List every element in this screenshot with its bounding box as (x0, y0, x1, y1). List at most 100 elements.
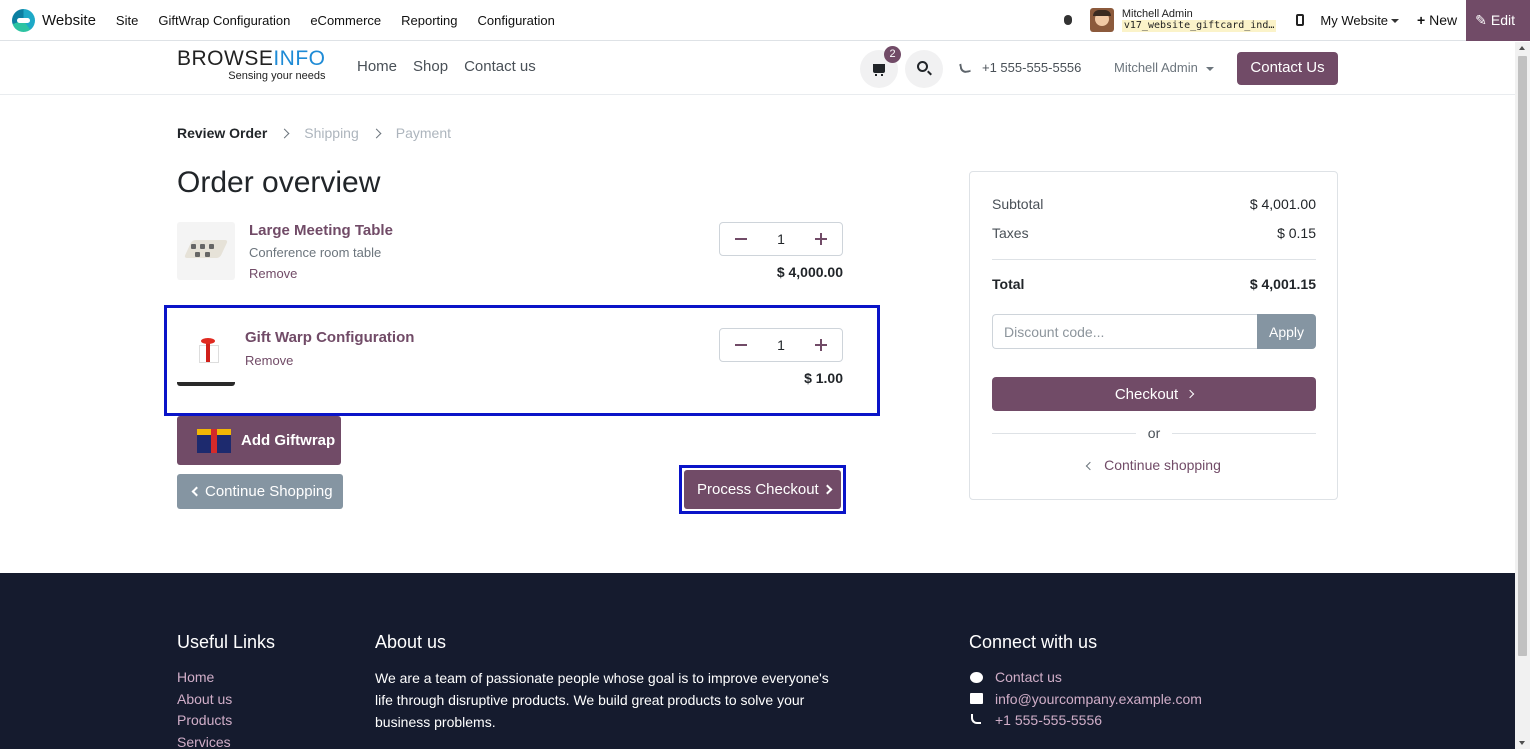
chevron-down-icon (1205, 66, 1214, 71)
brand-tagline: Sensing your needs (228, 70, 326, 82)
new-button[interactable]: + New (1417, 12, 1457, 28)
total-row: Total $ 4,001.15 (992, 276, 1316, 292)
continue-shopping-button[interactable]: Continue Shopping (177, 474, 343, 509)
page-title: Order overview (177, 166, 381, 199)
or-text: or (1147, 425, 1161, 441)
order-summary-card: Subtotal $ 4,001.00 Taxes $ 0.15 Total $… (969, 171, 1338, 500)
apply-discount-button[interactable]: Apply (1257, 314, 1316, 349)
or-separator: or (992, 425, 1317, 441)
site-nav: Home Shop Contact us (357, 58, 552, 75)
footer-link-services[interactable]: Services (177, 734, 231, 749)
chat-icon (970, 672, 983, 683)
brand-part1: BROWSE (177, 47, 274, 70)
process-checkout-button[interactable]: Process Checkout (684, 470, 841, 509)
admin-menu-ecommerce[interactable]: eCommerce (300, 13, 391, 28)
chevron-right-icon (279, 128, 290, 138)
site-user-name: Mitchell Admin (1114, 60, 1198, 75)
edit-button-label: Edit (1490, 12, 1515, 28)
chevron-left-icon (1085, 461, 1095, 471)
scroll-down-arrow-icon[interactable] (1519, 741, 1525, 745)
taxes-label: Taxes (992, 225, 1029, 241)
cart-count-badge: 2 (884, 46, 901, 63)
remove-link[interactable]: Remove (249, 266, 297, 281)
product-name[interactable]: Large Meeting Table (249, 222, 393, 239)
admin-menu-giftwrap-configuration[interactable]: GiftWrap Configuration (148, 13, 300, 28)
contact-us-button[interactable]: Contact Us (1237, 52, 1338, 85)
product-description: Conference room table (249, 245, 382, 260)
site-header: BROWSEINFO Sensing your needs Home Shop … (0, 42, 1515, 95)
add-giftwrap-button[interactable]: Add Giftwrap (177, 416, 341, 465)
footer-link-about-us[interactable]: About us (177, 691, 232, 707)
add-giftwrap-label: Add Giftwrap (241, 432, 336, 449)
subtotal-row: Subtotal $ 4,001.00 (992, 196, 1316, 212)
footer-email[interactable]: info@yourcompany.example.com (995, 691, 1202, 707)
discount-code-input[interactable] (992, 314, 1257, 349)
mobile-preview-icon[interactable] (1296, 14, 1305, 26)
continue-shopping-label: Continue Shopping (205, 483, 333, 500)
plus-icon[interactable] (814, 233, 827, 245)
step-payment: Payment (395, 125, 452, 141)
header-phone[interactable]: +1 555-555-5556 (959, 60, 1081, 75)
admin-menu-reporting[interactable]: Reporting (391, 13, 467, 28)
phone-icon (959, 61, 971, 74)
checkout-button[interactable]: Checkout (992, 377, 1316, 411)
footer-link-products[interactable]: Products (177, 712, 232, 728)
site-footer: Useful Links Home About us Products Serv… (0, 573, 1515, 749)
taxes-row: Taxes $ 0.15 (992, 225, 1316, 241)
discount-form: Apply (992, 314, 1316, 349)
user-menu[interactable]: Mitchell Admin v17_website_giftcard_ind… (1089, 8, 1277, 32)
brand-wordmark: BROWSEINFO (177, 48, 326, 70)
app-name: Website (42, 11, 96, 29)
separator-line (1172, 432, 1317, 434)
nav-contact-us[interactable]: Contact us (464, 58, 536, 75)
highlight-box-gift-line (164, 305, 880, 416)
page-scrollbar[interactable] (1515, 42, 1530, 749)
debug-bug-icon[interactable] (1062, 14, 1074, 26)
brand-part2: INFO (273, 47, 326, 70)
chevron-right-icon (822, 484, 833, 495)
quantity-value[interactable]: 1 (777, 231, 785, 247)
checkout-steps: Review Order Shipping Payment (177, 125, 451, 141)
separator-line (992, 432, 1136, 434)
website-switcher-label: My Website (1320, 12, 1389, 28)
admin-bar: Website Site GiftWrap Configuration eCom… (0, 0, 1530, 41)
nav-home[interactable]: Home (357, 58, 397, 75)
minus-icon[interactable] (735, 238, 747, 240)
total-value: $ 4,001.15 (1249, 276, 1316, 292)
about-title: About us (375, 632, 447, 652)
phone-icon (971, 714, 981, 724)
website-switcher[interactable]: My Website (1320, 12, 1400, 28)
odoo-website-icon (12, 8, 35, 32)
edit-button[interactable]: ✎ Edit (1466, 0, 1530, 41)
admin-menu-site[interactable]: Site (106, 13, 148, 28)
useful-links-title: Useful Links (177, 632, 276, 652)
plus-icon: + (1417, 12, 1426, 28)
chevron-right-icon (371, 128, 382, 138)
new-button-label: New (1429, 12, 1458, 28)
user-name: Mitchell Admin (1121, 8, 1193, 20)
chevron-down-icon (1391, 19, 1400, 24)
scroll-up-arrow-icon[interactable] (1519, 46, 1525, 50)
user-info: Mitchell Admin v17_website_giftcard_ind… (1121, 8, 1277, 32)
line-price: $ 4,000.00 (776, 264, 843, 280)
footer-link-home[interactable]: Home (177, 669, 214, 685)
app-switcher[interactable]: Website (0, 8, 96, 32)
scrollbar-thumb[interactable] (1518, 56, 1527, 656)
footer-contact-us[interactable]: Contact us (995, 669, 1062, 685)
nav-shop[interactable]: Shop (413, 58, 448, 75)
total-label: Total (992, 276, 1025, 292)
subtotal-value: $ 4,001.00 (1249, 196, 1316, 212)
avatar (1089, 8, 1114, 32)
continue-shopping-link[interactable]: Continue shopping (992, 457, 1316, 473)
product-image-meeting-table[interactable] (177, 222, 235, 280)
pencil-icon: ✎ (1475, 11, 1487, 28)
checkout-label: Checkout (1114, 385, 1179, 403)
admin-menu-configuration[interactable]: Configuration (468, 13, 565, 28)
site-user-menu[interactable]: Mitchell Admin (1114, 60, 1214, 75)
giftwrap-icon (197, 428, 231, 453)
quantity-stepper: 1 (719, 222, 843, 256)
about-text: We are a team of passionate people whose… (375, 670, 829, 730)
brand-logo[interactable]: BROWSEINFO Sensing your needs (177, 48, 326, 83)
footer-phone[interactable]: +1 555-555-5556 (995, 712, 1102, 728)
search-button[interactable] (905, 50, 943, 88)
